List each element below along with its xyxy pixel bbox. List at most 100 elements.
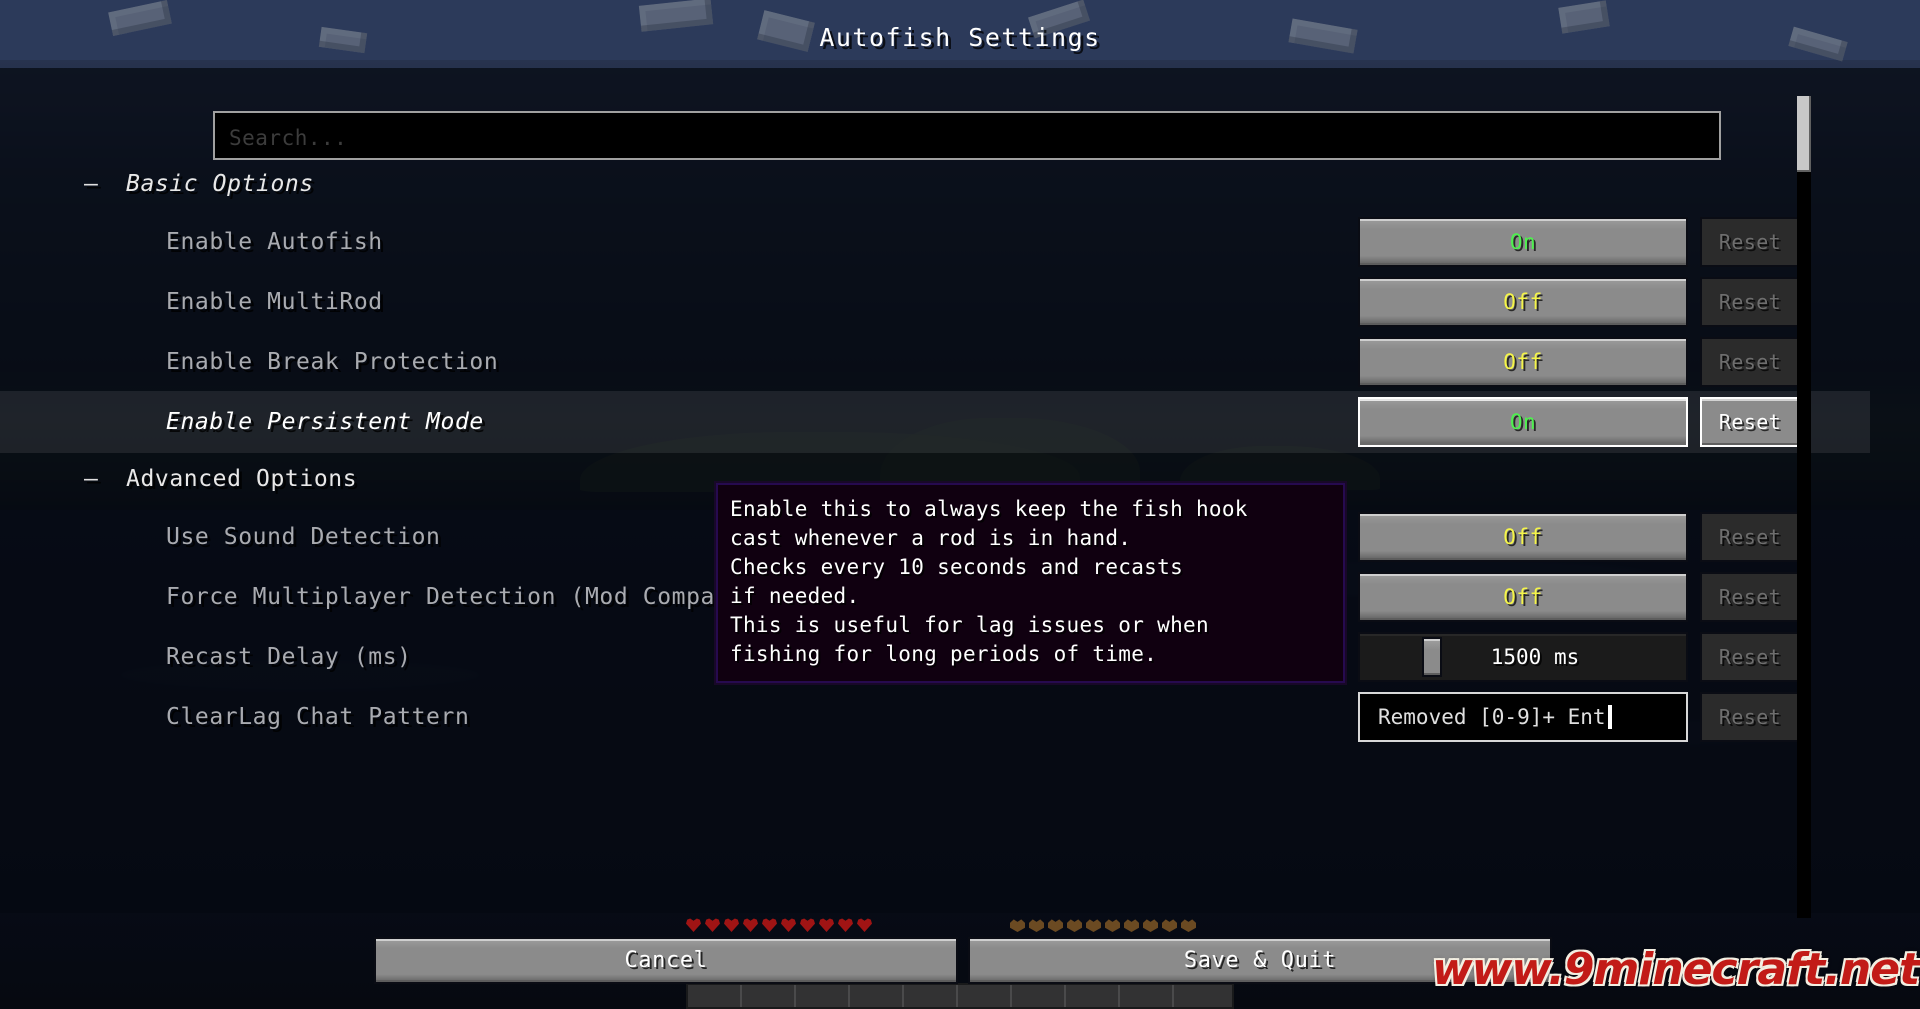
option-row-enable-multirod[interactable]: Enable MultiRod Off Reset [0,271,1870,333]
toggle-button-enable-multirod[interactable]: Off [1358,277,1688,327]
hunger-icon [1029,919,1044,932]
hunger-icon [1181,919,1196,932]
text-input-value: Removed [0-9]+ Ent [1378,705,1606,729]
cancel-label: Cancel [624,948,708,973]
reset-button-use-sound-detection[interactable]: Reset [1700,512,1800,562]
slider-recast-delay[interactable]: 1500 ms [1358,632,1688,682]
toggle-value: Off [1503,290,1543,314]
tooltip-line: if needed. [730,583,860,608]
hunger-icon [1067,919,1082,932]
hunger-icon [1105,919,1120,932]
reset-button-enable-autofish[interactable]: Reset [1700,217,1800,267]
hunger-icon [1048,919,1063,932]
reset-button-enable-multirod[interactable]: Reset [1700,277,1800,327]
search-input[interactable]: Search... [213,111,1721,160]
collapse-icon[interactable]: – [84,171,126,197]
hotbar-slot [796,985,850,1007]
toggle-value: On [1509,230,1537,254]
toggle-button-enable-persistent-mode[interactable]: On [1358,397,1688,447]
option-label: ClearLag Chat Pattern [166,704,470,730]
toggle-button-use-sound-detection[interactable]: Off [1358,512,1688,562]
reset-label: Reset [1718,290,1782,314]
search-placeholder: Search... [229,126,348,150]
tooltip-line: fishing for long periods of time. [730,641,1158,666]
reset-button-force-multiplayer-detection[interactable]: Reset [1700,572,1800,622]
heart-icon [857,918,872,932]
tooltip-line: Enable this to always keep the fish hook [730,497,1248,521]
reset-label: Reset [1718,645,1782,669]
option-row-enable-autofish[interactable]: Enable Autofish On Reset [0,211,1870,273]
heart-icon [724,918,739,932]
minecraft-config-screen: Autofish Settings Search... – Basic Opti… [0,0,1920,1009]
tooltip-line: cast whenever a rod is in hand. [730,525,1132,550]
reset-label: Reset [1718,350,1782,374]
tooltip-enable-persistent-mode: Enable this to always keep the fish hook… [714,481,1347,685]
heart-icon [781,918,796,932]
hotbar-slot [1120,985,1174,1007]
toggle-value: On [1509,410,1537,434]
toggle-value: Off [1503,525,1543,549]
reset-button-enable-break-protection[interactable]: Reset [1700,337,1800,387]
toggle-button-enable-break-protection[interactable]: Off [1358,337,1688,387]
toggle-value: Off [1503,350,1543,374]
category-header-advanced-options[interactable]: – Advanced Options [0,457,357,501]
category-header-basic-options[interactable]: – Basic Options [0,162,314,206]
list-scrollbar-thumb[interactable] [1797,96,1811,172]
heart-icon [800,918,815,932]
reset-button-clearlag-chat-pattern[interactable]: Reset [1700,692,1800,742]
tooltip-line: Checks every 10 seconds and recasts [730,554,1184,579]
heart-icon [705,918,720,932]
heart-icon [838,918,853,932]
hotbar-slot [688,985,742,1007]
hotbar-slot [1012,985,1066,1007]
collapse-icon[interactable]: – [84,466,126,492]
toggle-button-enable-autofish[interactable]: On [1358,217,1688,267]
slider-handle[interactable] [1422,637,1442,677]
hotbar-slot [1066,985,1120,1007]
option-label: Enable Autofish [166,229,383,255]
heart-icon [819,918,834,932]
save-label: Save & Quit [1183,948,1337,973]
reset-label: Reset [1718,585,1782,609]
title-bar: Autofish Settings [0,0,1920,68]
toggle-value: Off [1503,585,1543,609]
option-row-enable-break-protection[interactable]: Enable Break Protection Off Reset [0,331,1870,393]
reset-label: Reset [1718,410,1782,434]
slider-value: 1500 ms [1490,645,1580,669]
category-label: Basic Options [126,171,314,197]
text-cursor [1607,705,1612,729]
reset-button-recast-delay[interactable]: Reset [1700,632,1800,682]
reset-button-enable-persistent-mode[interactable]: Reset [1700,397,1800,447]
hunger-icon [1086,919,1101,932]
hunger-icon [1162,919,1177,932]
text-input-clearlag-chat-pattern[interactable]: Removed [0-9]+ Ent [1358,692,1688,742]
option-row-enable-persistent-mode[interactable]: Enable Persistent Mode On Reset [0,391,1870,453]
cancel-button[interactable]: Cancel [374,937,958,984]
heart-icon [686,918,701,932]
hud-hunger-bar [1010,918,1196,934]
tooltip-line: This is useful for lag issues or when [730,612,1209,637]
option-label: Use Sound Detection [166,524,441,550]
reset-label: Reset [1718,525,1782,549]
option-label: Recast Delay (ms) [166,644,412,670]
hotbar-slot [958,985,1012,1007]
hud-hotbar [686,983,1234,1009]
option-label: Enable MultiRod [166,289,383,315]
option-row-clearlag-chat-pattern[interactable]: ClearLag Chat Pattern Removed [0-9]+ Ent… [0,686,1870,748]
hunger-icon [1010,919,1025,932]
reset-label: Reset [1718,705,1782,729]
heart-icon [743,918,758,932]
site-watermark: www.9minecraft.net [1432,944,1920,995]
hotbar-slot [850,985,904,1007]
toggle-button-force-multiplayer-detection[interactable]: Off [1358,572,1688,622]
option-label: Enable Persistent Mode [166,409,484,435]
hotbar-slot [742,985,796,1007]
hunger-icon [1124,919,1139,932]
option-label: Enable Break Protection [166,349,499,375]
page-title: Autofish Settings [819,23,1101,52]
category-label: Advanced Options [126,466,358,492]
hotbar-slot [904,985,958,1007]
list-scrollbar-track[interactable] [1797,96,1811,918]
heart-icon [762,918,777,932]
reset-label: Reset [1718,230,1782,254]
